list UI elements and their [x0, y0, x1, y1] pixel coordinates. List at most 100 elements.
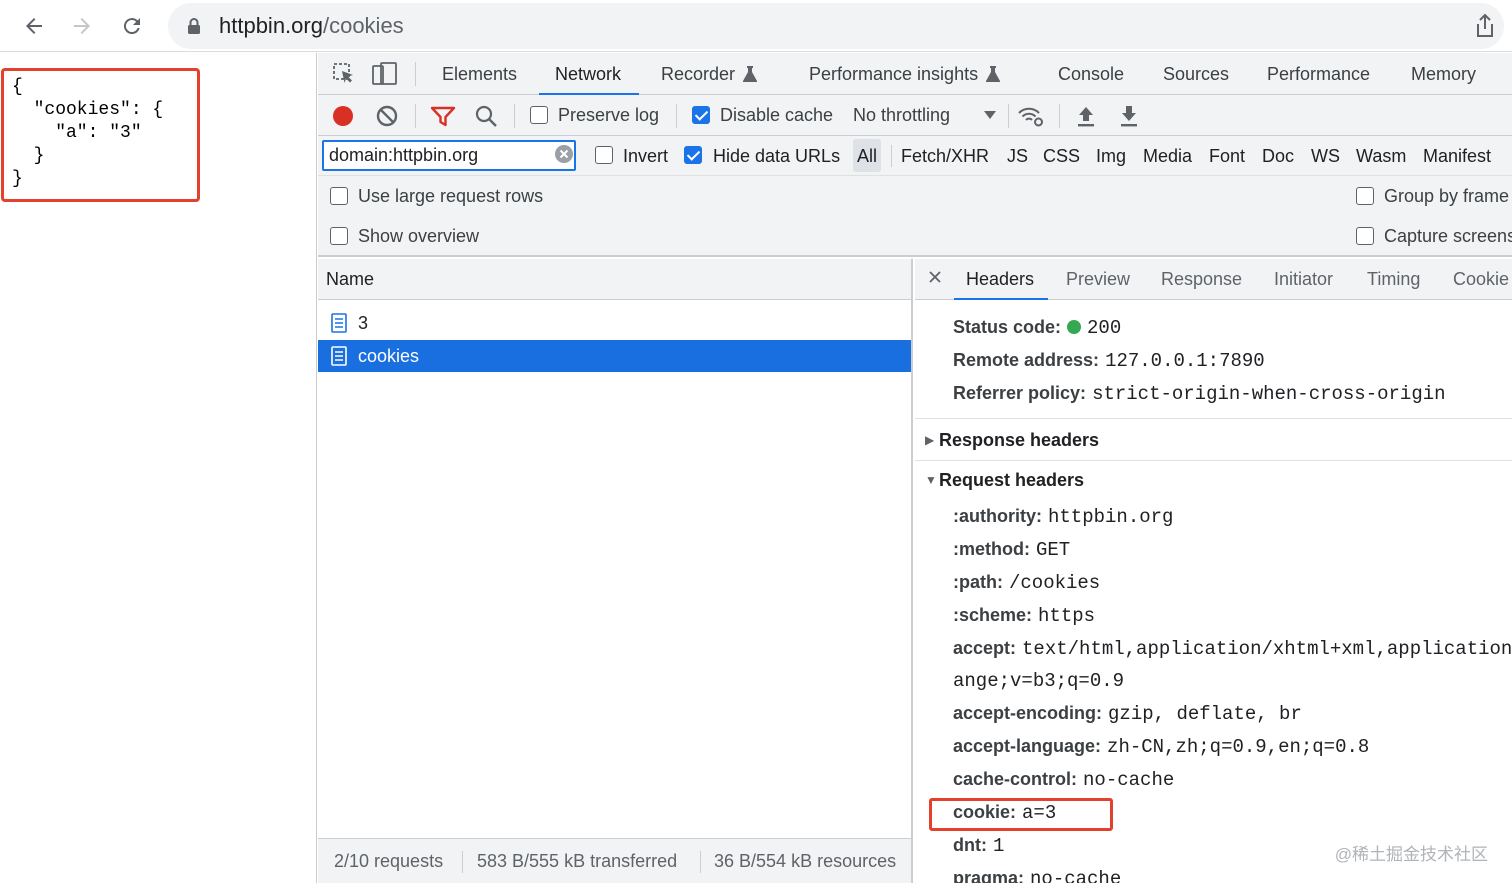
throttling-select[interactable]: No throttling [853, 95, 950, 135]
filter-type-font[interactable]: Font [1209, 136, 1245, 175]
header-row-continued: ange;v=b3;q=0.9 [953, 670, 1124, 692]
inspect-element-icon[interactable] [332, 62, 356, 86]
filter-type-manifest[interactable]: Manifest [1423, 136, 1491, 175]
back-button[interactable] [16, 8, 52, 44]
referrer-policy-row: Referrer policy: strict-origin-when-cross… [953, 383, 1446, 405]
header-value: /cookies [1008, 572, 1101, 594]
export-har-icon[interactable] [1118, 104, 1140, 128]
header-value: no-cache [1030, 868, 1122, 883]
header-row: :method: GET [953, 539, 1070, 561]
header-key: pragma: [953, 868, 1025, 883]
show-overview-label: Show overview [358, 226, 480, 246]
request-row-selected[interactable]: cookies [318, 340, 911, 372]
tab-cookies[interactable]: Cookie [1453, 259, 1509, 300]
search-icon[interactable] [474, 104, 498, 128]
filter-type-fetch-xhr[interactable]: Fetch/XHR [901, 136, 989, 175]
tab-elements[interactable]: Elements [442, 53, 517, 95]
tab-timing[interactable]: Timing [1367, 259, 1420, 300]
filter-type-css[interactable]: CSS [1043, 136, 1080, 175]
status-code-value: 200 [1087, 317, 1122, 339]
clear-filter-icon[interactable] [554, 144, 574, 164]
large-rows-checkbox[interactable] [330, 187, 348, 205]
group-by-frame-checkbox[interactable] [1356, 187, 1374, 205]
close-icon[interactable] [927, 269, 943, 285]
header-value: no-cache [1083, 769, 1175, 791]
name-column-header[interactable]: Name [318, 259, 911, 300]
tab-recorder[interactable]: Recorder [661, 53, 758, 95]
header-value: 1 [992, 835, 1005, 857]
record-icon[interactable] [331, 104, 355, 128]
clear-icon[interactable] [375, 104, 399, 128]
remote-address-value: 127.0.0.1:7890 [1105, 350, 1265, 372]
header-value: httpbin.org [1048, 506, 1174, 528]
show-overview-checkbox[interactable] [330, 227, 348, 245]
share-icon[interactable] [1474, 13, 1496, 39]
request-list: Name 3 cookies 2/10 requests 583 B/555 k… [318, 259, 913, 883]
browser-window: httpbin.org/cookies { "cookies": { "a": … [0, 0, 1512, 883]
referrer-policy-key: Referrer policy: [953, 383, 1087, 403]
capture-screenshots-checkbox[interactable] [1356, 227, 1374, 245]
device-toolbar-icon[interactable] [372, 62, 398, 86]
chevron-down-icon[interactable] [983, 110, 997, 120]
toolbar-divider [415, 62, 416, 86]
page-content: { "cookies": { "a": "3" } } [0, 53, 317, 883]
tab-response[interactable]: Response [1161, 259, 1242, 300]
tab-network[interactable]: Network [538, 53, 640, 95]
request-name: cookies [358, 346, 420, 366]
filter-type-ws[interactable]: WS [1311, 136, 1340, 175]
filter-type-doc[interactable]: Doc [1262, 136, 1294, 175]
header-key: dnt: [953, 835, 987, 855]
header-row: :path:/cookies [953, 572, 1100, 594]
filter-input[interactable]: domain:httpbin.org [322, 140, 576, 171]
tab-performance-insights-label: Performance insights [809, 64, 979, 84]
response-headers-section[interactable]: ▶ Response headers [925, 430, 1099, 451]
watermark: @稀土掘金技术社区 [1334, 845, 1488, 864]
resources-size: 36 B/554 kB resources [714, 851, 897, 871]
address-bar[interactable]: httpbin.org/cookies [168, 3, 1504, 49]
large-rows-label: Use large request rows [358, 186, 544, 206]
status-code-key: Status code: [953, 317, 1062, 337]
tab-preview[interactable]: Preview [1066, 259, 1130, 300]
disable-cache-checkbox[interactable] [692, 106, 710, 124]
header-value: zh-CN,zh;q=0.9,en;q=0.8 [1107, 736, 1370, 758]
header-value: ange;v=b3;q=0.9 [953, 670, 1125, 692]
forward-button[interactable] [64, 8, 100, 44]
import-har-icon[interactable] [1075, 104, 1097, 128]
tab-performance-insights[interactable]: Performance insights [809, 53, 1001, 95]
tab-sources[interactable]: Sources [1163, 53, 1229, 95]
tab-memory[interactable]: Memory [1411, 53, 1476, 95]
header-row: dnt: 1 [953, 835, 1004, 857]
header-row: cache-control: no-cache [953, 769, 1174, 791]
reload-icon [123, 18, 140, 35]
url-text: httpbin.org/cookies [219, 13, 404, 39]
header-key: cache-control: [953, 769, 1078, 789]
filter-type-all[interactable]: All [853, 139, 882, 172]
request-row[interactable]: 3 [318, 307, 911, 339]
reload-button[interactable] [114, 8, 150, 44]
tab-console[interactable]: Console [1058, 53, 1124, 95]
tab-performance[interactable]: Performance [1267, 53, 1370, 95]
referrer-policy-value: strict-origin-when-cross-origin [1092, 383, 1446, 405]
filter-type-img[interactable]: Img [1096, 136, 1126, 175]
tab-headers[interactable]: Headers [953, 259, 1049, 300]
network-conditions-icon[interactable] [1017, 104, 1045, 128]
tab-initiator[interactable]: Initiator [1274, 259, 1333, 300]
preserve-log-checkbox[interactable] [530, 106, 548, 124]
preserve-log-label: Preserve log [558, 105, 660, 125]
toolbar-divider [514, 104, 515, 128]
header-row: pragma: no-cache [953, 868, 1121, 883]
cookie-highlight-box [929, 798, 1113, 831]
request-headers-title: Request headers [939, 470, 1085, 490]
invert-checkbox[interactable] [595, 146, 613, 164]
filter-type-wasm[interactable]: Wasm [1356, 136, 1406, 175]
request-headers-section[interactable]: ▼ Request headers [925, 470, 1084, 491]
header-value: https [1038, 605, 1096, 627]
devtools-panel: Elements Network Recorder Performance in… [318, 53, 1512, 883]
toolbar-divider [676, 104, 677, 128]
filter-type-js[interactable]: JS [1007, 136, 1028, 175]
filter-icon[interactable] [430, 104, 456, 128]
hide-data-urls-checkbox[interactable] [684, 146, 702, 164]
remote-address-row: Remote address: 127.0.0.1:7890 [953, 350, 1265, 372]
filter-type-media[interactable]: Media [1143, 136, 1192, 175]
header-value: text/html,application/xhtml+xml,applicat… [1022, 638, 1512, 660]
